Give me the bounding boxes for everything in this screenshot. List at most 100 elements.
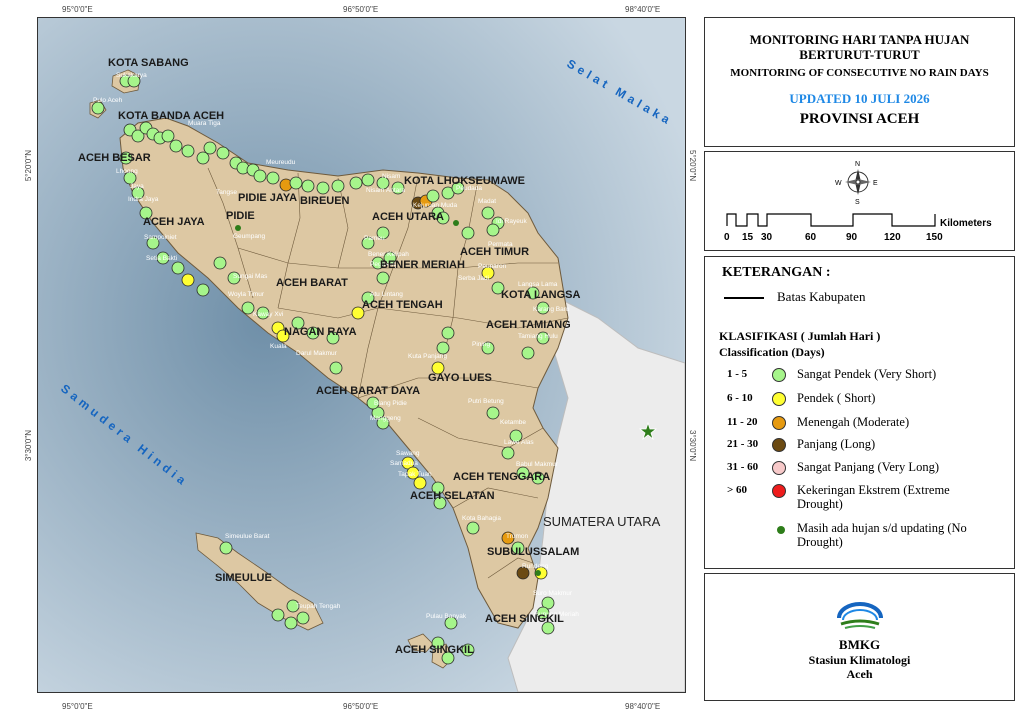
station-label: Nisam (382, 173, 400, 180)
station-marker[interactable] (203, 141, 217, 155)
station-label: Tangse (216, 189, 237, 196)
coord-label: 98°40'0"E (625, 5, 661, 14)
station-marker[interactable] (461, 226, 475, 240)
station-marker[interactable] (486, 406, 500, 420)
svg-text:S: S (855, 199, 860, 206)
station-marker[interactable] (196, 283, 210, 297)
station-marker[interactable] (521, 346, 535, 360)
legend-item: > 60 Kekeringan Ekstrem (Extreme Drought… (727, 483, 950, 511)
station-marker[interactable] (171, 261, 185, 275)
svg-text:E: E (873, 180, 878, 187)
station-marker[interactable] (289, 176, 303, 190)
station-marker[interactable] (213, 256, 227, 270)
station-marker[interactable] (361, 173, 375, 187)
station-label: Darul Makmur (296, 350, 338, 357)
short-dot (772, 392, 786, 406)
coord-label: 96°50'0"E (343, 5, 379, 14)
svg-text:30: 30 (761, 232, 773, 243)
boundary-label: Batas Kabupaten (777, 289, 866, 304)
station-label: Geumpang (233, 233, 266, 240)
coord-label: 5°20'0"N (688, 150, 697, 182)
region-label: ACEH SINGKIL (485, 613, 564, 625)
station-marker[interactable] (271, 608, 285, 622)
coord-label: 95°0'0"E (62, 5, 93, 14)
station-label: Madat (478, 198, 496, 205)
station-marker[interactable] (481, 206, 495, 220)
station-marker[interactable] (181, 144, 195, 158)
region-label: ACEH SELATAN (410, 490, 495, 502)
station-label: Tapak Tuan (398, 471, 432, 478)
station-marker[interactable] (329, 361, 343, 375)
station-marker[interactable] (181, 273, 195, 287)
station-label: Kuala (270, 343, 287, 350)
class-title: KLASIFIKASI ( Jumlah Hari ) (719, 329, 881, 343)
station-label: Jaya (130, 183, 144, 190)
station-label: Tamiang Hulu (518, 333, 558, 340)
region-label: PIDIE (226, 210, 255, 222)
station-label: Manggeng (370, 415, 401, 422)
station-marker[interactable] (453, 220, 459, 226)
station-label: Pulau Banyak (426, 613, 467, 620)
station-marker[interactable] (535, 570, 541, 576)
updated-date: UPDATED 10 JULI 2026 (789, 91, 930, 106)
station-label: Teupah Tengah (296, 603, 341, 610)
coord-label: 3°30'0"N (688, 430, 697, 462)
station-label: Sampoiniet (144, 234, 177, 241)
station-marker[interactable] (486, 223, 500, 237)
region-label: SIMEULUE (215, 572, 272, 584)
map-frame[interactable]: Selat Malaka Samudera Hindia SUMATERA UT… (37, 17, 686, 693)
province-name: PROVINSI ACEH (799, 111, 920, 127)
region-label: ACEH BESAR (78, 152, 151, 164)
station-label: Kota Bahagia (462, 515, 501, 522)
station-marker[interactable] (284, 616, 298, 630)
station-marker[interactable] (235, 225, 241, 231)
region-label: ACEH UTARA (372, 211, 444, 223)
region-label: NAGAN RAYA (284, 326, 357, 338)
station-marker[interactable] (161, 129, 175, 143)
drought-map[interactable]: Selat Malaka Samudera Hindia SUMATERA UT… (38, 18, 685, 692)
bmkg-logo-icon (836, 602, 883, 629)
coord-label: 95°0'0"E (62, 702, 93, 711)
station-marker[interactable] (216, 146, 230, 160)
station-marker[interactable] (376, 271, 390, 285)
station-label: Sukakarya (116, 72, 147, 79)
station-marker[interactable] (301, 179, 315, 193)
station-marker[interactable] (316, 181, 330, 195)
very-short-dot (772, 368, 786, 382)
station-marker[interactable] (253, 169, 267, 183)
svg-text:120: 120 (884, 232, 901, 243)
station-label: Lhoong (116, 168, 138, 175)
station-marker[interactable] (441, 326, 455, 340)
station-label: Rundeng (522, 563, 549, 570)
scale-ticks: 0 15 30 60 90 120 150 Kilometers (724, 218, 992, 243)
station-marker[interactable] (266, 171, 280, 185)
station-marker[interactable] (219, 541, 233, 555)
legend-item: 21 - 30 Panjang (Long) (727, 437, 876, 452)
region-label: KOTA BANDA ACEH (118, 110, 224, 122)
legend-item: 31 - 60 Sangat Panjang (Very Long) (727, 460, 939, 475)
svg-text:15: 15 (742, 232, 754, 243)
logo-panel: BMKG Stasiun Klimatologi Aceh (704, 573, 1015, 701)
station-marker[interactable] (466, 521, 480, 535)
station-marker[interactable] (196, 151, 210, 165)
region-label: ACEH BARAT DAYA (316, 385, 420, 397)
station-label: Idi Rayeuk (496, 218, 527, 225)
station-marker[interactable] (331, 179, 345, 193)
station-marker[interactable] (296, 611, 310, 625)
boundary-line-symbol (724, 297, 764, 299)
station-marker[interactable] (426, 189, 440, 203)
station-label: Kaway Xvi (253, 311, 283, 318)
station-marker[interactable] (169, 139, 183, 153)
coord-label: 3°30'0"N (24, 430, 33, 462)
svg-text:Kilometers: Kilometers (940, 218, 992, 229)
region-label: GAYO LUES (428, 372, 492, 384)
region-label: ACEH TENGGARA (453, 471, 550, 483)
station-marker[interactable] (501, 446, 515, 460)
station-marker[interactable] (413, 476, 427, 490)
region-label: ACEH TIMUR (460, 246, 529, 258)
scale-panel: N S E W 0 15 30 60 90 120 150 Kilometers (704, 151, 1015, 251)
region-label: BENER MERIAH (380, 259, 465, 271)
svg-text:150: 150 (926, 232, 943, 243)
legend-title: KETERANGAN : (722, 265, 831, 280)
station-marker[interactable] (349, 176, 363, 190)
